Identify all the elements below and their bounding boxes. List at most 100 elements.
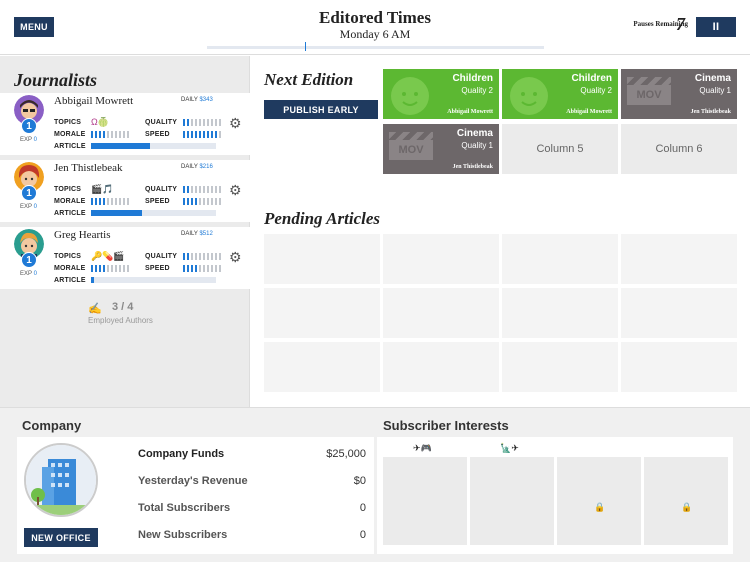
quality-meter	[183, 119, 223, 126]
pending-slot[interactable]	[264, 234, 380, 284]
slot-author: Abbigail Mowrett	[566, 109, 612, 115]
article-label: ARTICLE	[54, 143, 86, 150]
column-label: Column 6	[655, 143, 703, 155]
quality-label: QUALITY	[145, 253, 178, 260]
level-badge: 1	[21, 185, 37, 201]
morale-meter	[91, 198, 131, 205]
pending-slot[interactable]	[502, 288, 618, 338]
speed-meter	[183, 265, 223, 272]
employed-count: 3 / 4	[112, 301, 134, 313]
pending-slot[interactable]	[621, 342, 737, 392]
column-label: Column 5	[536, 143, 584, 155]
slot-quality: Quality 1	[461, 141, 493, 150]
daily-wage: DAILY $512	[181, 231, 213, 237]
article-progress	[91, 143, 216, 149]
quality-fill	[183, 253, 189, 260]
interest-column[interactable]	[383, 457, 467, 545]
slot-author: Abbigail Mowrett	[447, 109, 493, 115]
edition-slot[interactable]: Children Quality 2 Abbigail Mowrett	[502, 69, 618, 119]
office-building-icon	[24, 443, 98, 517]
clapper-icon	[389, 132, 433, 140]
topics-label: TOPICS	[54, 253, 82, 260]
speed-fill	[183, 198, 199, 205]
speed-fill	[183, 265, 199, 272]
quality-fill	[183, 119, 189, 126]
timeline-marker	[304, 42, 306, 51]
morale-meter	[91, 265, 131, 272]
child-face-icon	[510, 77, 548, 115]
mov-icon: MOV	[389, 140, 433, 160]
pause-button[interactable]: II	[696, 17, 736, 37]
pending-slot[interactable]	[621, 288, 737, 338]
quality-fill	[183, 186, 189, 193]
edition-slot-empty[interactable]: Column 5	[502, 124, 618, 174]
mov-icon: MOV	[627, 85, 671, 105]
interest-column-locked[interactable]	[644, 457, 728, 545]
clapper-icon	[627, 77, 671, 85]
journalists-title: Journalists	[14, 70, 98, 90]
interest-icons: 🗽✈	[500, 443, 519, 453]
article-label: ARTICLE	[54, 277, 86, 284]
morale-label: MORALE	[54, 265, 86, 272]
pending-slot[interactable]	[264, 288, 380, 338]
publish-early-button[interactable]: PUBLISH EARLY	[264, 100, 378, 119]
article-progress-fill	[91, 277, 94, 283]
pauses-remaining-count: 7	[676, 14, 685, 34]
journalist-card[interactable]: 1 EXP 0 Abbigail Mowrett DAILY $343 TOPI…	[0, 93, 250, 155]
subscriber-interests-title: Subscriber Interests	[383, 418, 509, 433]
pending-slot[interactable]	[502, 234, 618, 284]
slot-category: Cinema	[694, 73, 731, 84]
pending-articles-title: Pending Articles	[264, 209, 381, 228]
next-edition-title: Next Edition	[264, 70, 354, 89]
company-title: Company	[22, 418, 82, 433]
pending-slot[interactable]	[621, 234, 737, 284]
slot-author: Jen Thistlebeak	[452, 164, 493, 170]
journalist-card[interactable]: 1 EXP 0 Greg Heartis DAILY $512 TOPICS 🔑…	[0, 227, 250, 289]
slot-quality: Quality 2	[461, 86, 493, 95]
pending-slot[interactable]	[264, 342, 380, 392]
edition-slot[interactable]: MOV Cinema Quality 1 Jen Thistlebeak	[383, 124, 499, 174]
topic-icons: 🎬🎵	[91, 184, 114, 194]
day-timeline	[207, 46, 544, 49]
gear-icon[interactable]: ⚙	[229, 115, 242, 132]
topic-icons: 🔑💊🎬	[91, 251, 125, 261]
pending-slot[interactable]	[383, 234, 499, 284]
company-funds-row: Company Funds $25,000	[138, 448, 366, 460]
quality-meter	[183, 186, 223, 193]
article-label: ARTICLE	[54, 210, 86, 217]
slot-quality: Quality 2	[580, 86, 612, 95]
journalist-name: Greg Heartis	[54, 229, 111, 241]
pending-slot[interactable]	[383, 288, 499, 338]
gear-icon[interactable]: ⚙	[229, 249, 242, 266]
article-progress-fill	[91, 210, 143, 216]
speed-label: SPEED	[145, 198, 170, 205]
journalist-name: Abbigail Mowrett	[54, 95, 134, 107]
quality-meter	[183, 253, 223, 260]
article-progress	[91, 277, 216, 283]
employed-label: Employed Authors	[88, 316, 153, 325]
speed-meter	[183, 198, 223, 205]
lock-icon: 🔒	[594, 502, 606, 512]
daily-wage: DAILY $343	[181, 97, 213, 103]
edition-slot[interactable]: MOV Cinema Quality 1 Jen Thistlebeak	[621, 69, 737, 119]
new-office-button[interactable]: NEW OFFICE	[24, 528, 98, 547]
speed-meter	[183, 131, 223, 138]
edition-slot-empty[interactable]: Column 6	[621, 124, 737, 174]
topics-label: TOPICS	[54, 186, 82, 193]
journalist-card[interactable]: 1 EXP 0 Jen Thistlebeak DAILY $216 TOPIC…	[0, 160, 250, 222]
pending-slot[interactable]	[383, 342, 499, 392]
interest-column-locked[interactable]	[557, 457, 641, 545]
daily-wage: DAILY $216	[181, 164, 213, 170]
interest-column[interactable]	[470, 457, 554, 545]
pending-slot[interactable]	[502, 342, 618, 392]
topics-label: TOPICS	[54, 119, 82, 126]
edition-slot[interactable]: Children Quality 2 Abbigail Mowrett	[383, 69, 499, 119]
morale-label: MORALE	[54, 198, 86, 205]
quill-icon: ✍	[88, 303, 102, 315]
morale-meter	[91, 131, 131, 138]
morale-fill	[91, 265, 105, 272]
slot-category: Cinema	[456, 128, 493, 139]
gear-icon[interactable]: ⚙	[229, 182, 242, 199]
lock-icon: 🔒	[681, 502, 693, 512]
child-face-icon	[391, 77, 429, 115]
